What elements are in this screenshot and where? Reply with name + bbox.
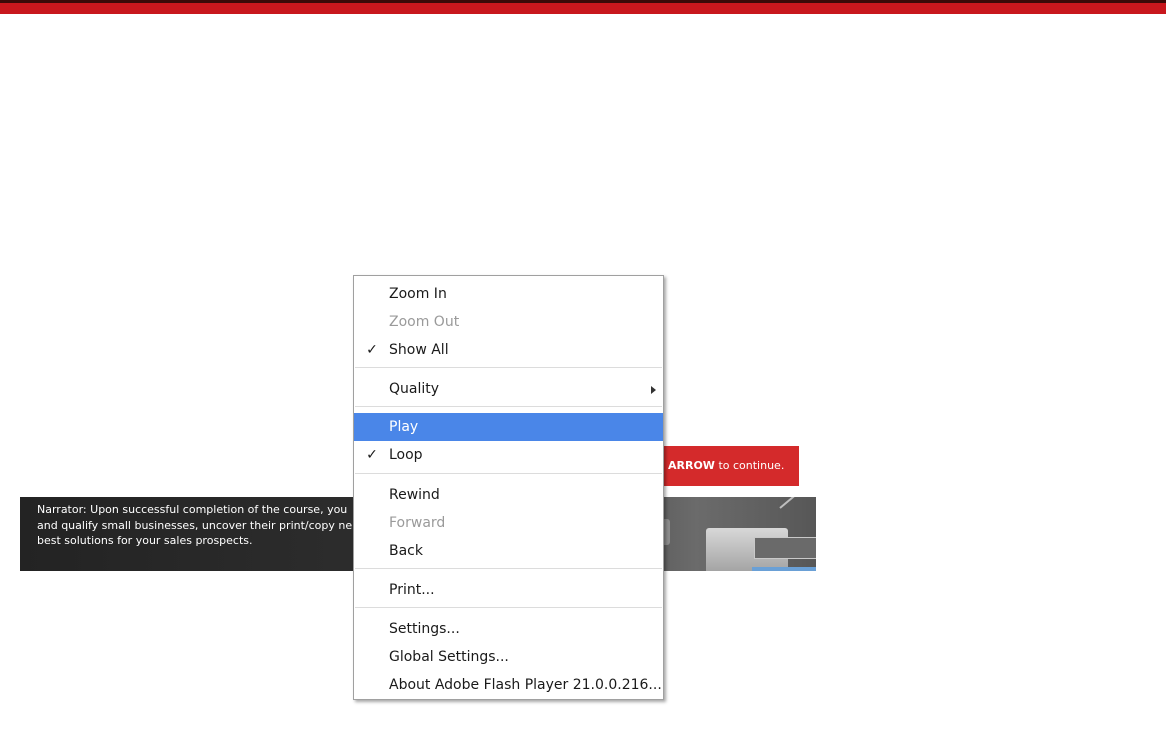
top-red-bar: [0, 0, 1166, 14]
flash-context-menu: Zoom In Zoom Out ✓ Show All Quality Play…: [353, 275, 664, 700]
menu-item-label: Play: [389, 419, 419, 435]
menu-item-label: Back: [389, 543, 423, 559]
menu-item-quality[interactable]: Quality: [354, 375, 663, 403]
menu-item-forward: Forward: [354, 509, 663, 537]
menu-item-zoom-in[interactable]: Zoom In: [354, 280, 663, 308]
menu-item-label: Global Settings...: [389, 649, 509, 665]
scene-blue-strip: [752, 567, 816, 571]
flash-stage: ARROW to continue. Narrator: Upon succes…: [0, 0, 1166, 749]
menu-separator: [355, 473, 662, 474]
checkmark-icon: ✓: [366, 342, 378, 358]
menu-item-zoom-out: Zoom Out: [354, 308, 663, 336]
menu-item-about-flash[interactable]: About Adobe Flash Player 21.0.0.216...: [354, 671, 663, 699]
menu-item-label: About Adobe Flash Player 21.0.0.216...: [389, 677, 662, 693]
menu-separator: [355, 367, 662, 368]
menu-item-label: Rewind: [389, 487, 440, 503]
menu-item-settings[interactable]: Settings...: [354, 615, 663, 643]
menu-item-label: Loop: [389, 447, 423, 463]
scene-device-panel: [754, 537, 816, 559]
menu-item-loop[interactable]: ✓ Loop: [354, 441, 663, 469]
menu-item-label: Print...: [389, 582, 435, 598]
menu-separator: [355, 568, 662, 569]
scene-light-streak: [779, 497, 816, 509]
menu-separator: [355, 406, 662, 407]
menu-item-global-settings[interactable]: Global Settings...: [354, 643, 663, 671]
narrator-text: Narrator: Upon successful completion of …: [37, 503, 353, 547]
menu-separator: [355, 607, 662, 608]
checkmark-icon: ✓: [366, 447, 378, 463]
banner-continue-text: to continue.: [714, 459, 785, 472]
menu-item-show-all[interactable]: ✓ Show All: [354, 336, 663, 364]
menu-item-play[interactable]: Play: [354, 413, 663, 441]
menu-item-label: Forward: [389, 515, 446, 531]
menu-item-back[interactable]: Back: [354, 537, 663, 565]
menu-item-label: Settings...: [389, 621, 460, 637]
menu-item-rewind[interactable]: Rewind: [354, 481, 663, 509]
submenu-arrow-icon: [651, 386, 656, 394]
menu-item-label: Quality: [389, 381, 440, 397]
menu-item-label: Show All: [389, 342, 449, 358]
menu-item-print[interactable]: Print...: [354, 576, 663, 604]
menu-item-label: Zoom Out: [389, 314, 460, 330]
banner-arrow-text: ARROW: [668, 459, 715, 472]
menu-item-label: Zoom In: [389, 286, 447, 302]
